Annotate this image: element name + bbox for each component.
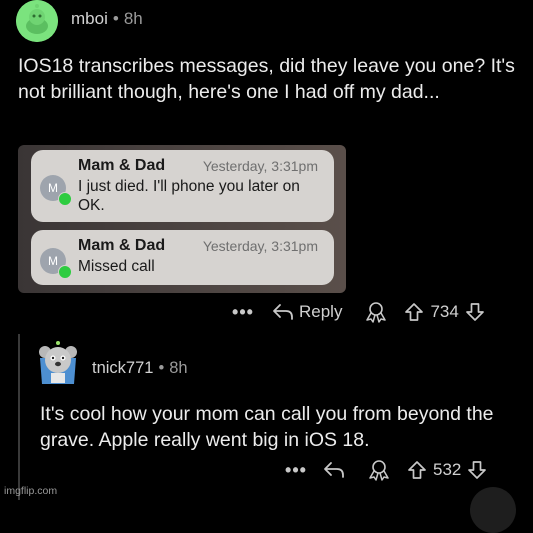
post-author-line: mboi • 8h <box>71 9 143 29</box>
award-button[interactable] <box>367 459 391 481</box>
post-action-bar: ••• Reply 734 <box>230 298 485 326</box>
snoo-avatar-icon <box>16 0 58 42</box>
notification-message: Missed call <box>78 258 155 275</box>
phone-icon <box>58 192 72 206</box>
koala-avatar-icon <box>39 341 77 384</box>
reply-button[interactable] <box>323 461 345 479</box>
notification-sender: Mam & Dad <box>78 237 166 254</box>
upvote-button[interactable] <box>404 302 424 322</box>
downvote-button[interactable] <box>467 460 487 480</box>
comment-author-line: tnick771 • 8h <box>92 359 188 378</box>
upvote-arrow-icon <box>405 303 424 321</box>
award-icon <box>366 302 387 323</box>
commenter-avatar[interactable] <box>36 340 80 386</box>
notification-card: M Mam & Dad Yesterday, 3:31pm I just die… <box>31 150 334 222</box>
reply-label: Reply <box>299 302 343 321</box>
more-options-button[interactable]: ••• <box>230 302 256 323</box>
post-time: 8h <box>123 9 143 28</box>
notification-sender: Mam & Dad <box>78 157 166 174</box>
upvote-button[interactable] <box>407 460 427 480</box>
comment-action-bar: ••• 532 <box>283 456 487 484</box>
upvote-arrow-icon <box>408 461 426 479</box>
award-icon <box>369 460 389 481</box>
comment-username[interactable]: tnick771 <box>92 359 153 377</box>
notification-card: M Mam & Dad Yesterday, 3:31pm Missed cal… <box>31 230 334 285</box>
vote-score: 532 <box>433 460 462 479</box>
notification-timestamp: Yesterday, 3:31pm <box>202 158 318 174</box>
separator-dot: • <box>112 9 119 28</box>
notification-timestamp: Yesterday, 3:31pm <box>202 238 318 254</box>
award-button[interactable] <box>364 301 388 323</box>
comment-time: 8h <box>169 359 188 377</box>
separator-dot: • <box>158 359 165 377</box>
vote-score: 734 <box>430 302 459 321</box>
watermark: imgflip.com <box>4 485 58 497</box>
reply-button[interactable]: Reply <box>272 302 342 322</box>
comment-text: It's cool how your mom can call you from… <box>40 403 494 451</box>
downvote-arrow-icon <box>465 303 484 321</box>
reply-arrow-icon <box>324 462 344 478</box>
post-text: IOS18 transcribes messages, did they lea… <box>18 55 515 103</box>
floating-button[interactable] <box>470 487 516 533</box>
more-options-button[interactable]: ••• <box>283 460 309 481</box>
thread-line[interactable] <box>18 334 20 500</box>
reply-arrow-icon <box>273 304 293 320</box>
post-username[interactable]: mboi <box>71 9 108 28</box>
phone-icon <box>58 265 72 279</box>
user-avatar[interactable] <box>16 0 58 42</box>
post-image[interactable]: M Mam & Dad Yesterday, 3:31pm I just die… <box>18 145 346 293</box>
notification-message: I just died. I'll phone you later on OK. <box>78 178 300 214</box>
downvote-button[interactable] <box>465 302 485 322</box>
downvote-arrow-icon <box>468 461 487 479</box>
